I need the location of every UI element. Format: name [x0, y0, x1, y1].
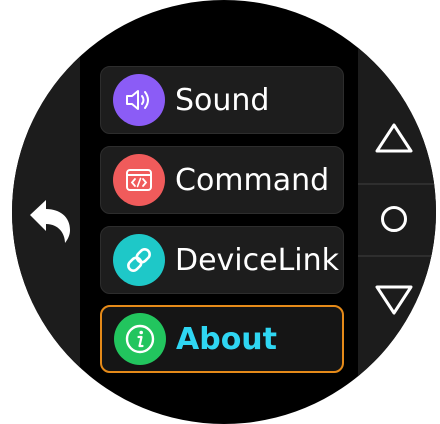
scroll-up-button[interactable]	[370, 114, 418, 162]
triangle-up-icon	[375, 123, 413, 153]
rail-divider-top	[358, 183, 436, 185]
about-icon-badge	[114, 313, 166, 365]
menu-item-label: Sound	[175, 82, 270, 118]
code-terminal-icon	[126, 169, 152, 191]
menu-item-devicelink[interactable]: DeviceLink	[100, 226, 344, 294]
link-icon	[127, 248, 151, 272]
triangle-down-icon	[375, 285, 413, 315]
menu-item-command[interactable]: Command	[100, 146, 344, 214]
back-button[interactable]	[26, 197, 74, 245]
watch-screen: Sound Command DeviceLink About	[12, 0, 436, 424]
back-arrow-icon	[30, 200, 70, 243]
circle-icon	[381, 206, 407, 232]
scroll-down-button[interactable]	[370, 276, 418, 324]
command-icon-badge	[113, 154, 165, 206]
menu-item-label: Command	[175, 162, 330, 198]
info-icon	[125, 324, 155, 354]
sound-icon-badge	[113, 74, 165, 126]
rail-divider-bottom	[358, 255, 436, 257]
menu-item-label: About	[176, 321, 278, 357]
select-button[interactable]	[370, 195, 418, 243]
devicelink-icon-badge	[113, 234, 165, 286]
menu-item-about[interactable]: About	[100, 305, 344, 373]
speaker-icon	[126, 90, 149, 110]
menu-item-label: DeviceLink	[175, 242, 340, 278]
menu-item-sound[interactable]: Sound	[100, 66, 344, 134]
